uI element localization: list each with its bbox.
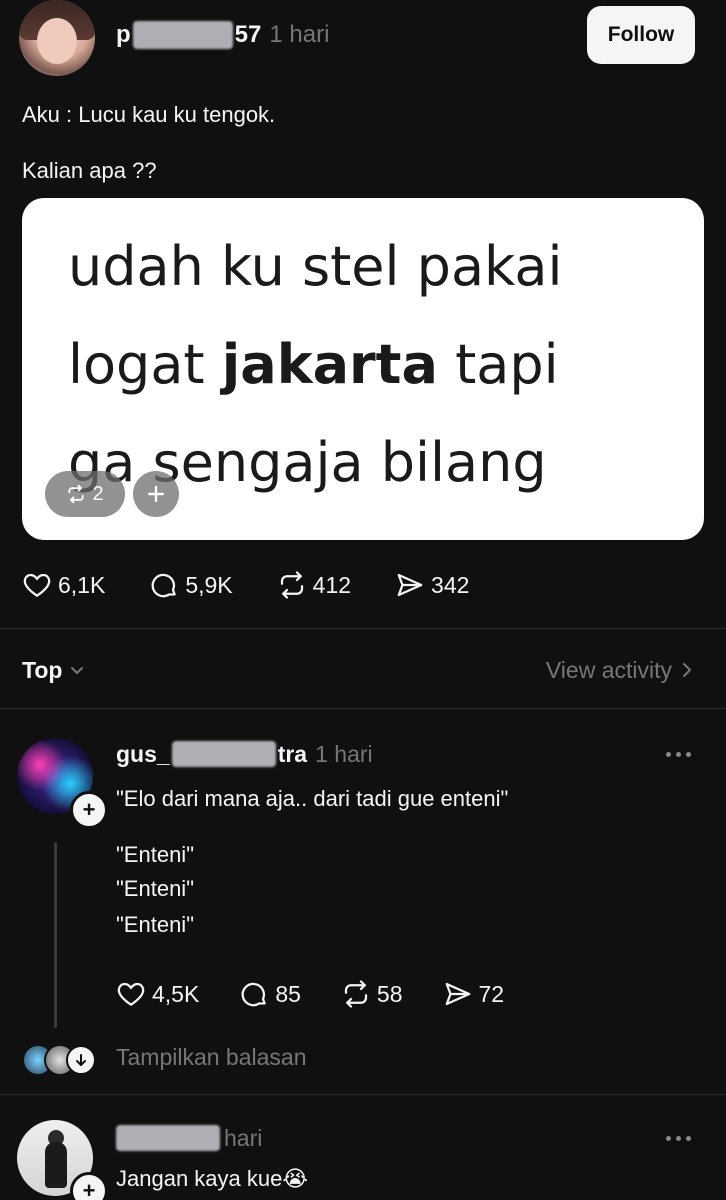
comment-action-bar: 4,5K 85 58 72 [116,976,504,1012]
image-repost-count: 2 [92,482,104,505]
post-author-name-start[interactable]: p [116,21,131,49]
share-icon [445,982,470,1006]
post-timestamp: 1 hari [269,21,330,48]
share-button[interactable]: 342 [395,570,469,600]
more-icon[interactable] [666,750,696,758]
divider [0,1094,726,1095]
censored-username-blur [171,741,276,767]
repost-button[interactable]: 412 [277,570,351,600]
sort-dropdown[interactable]: Top [22,657,86,684]
post-author-row: p 57 1 hari [116,18,329,52]
like-count: 6,1K [58,571,106,598]
follow-plus-badge[interactable]: + [70,1172,108,1200]
repost-button[interactable]: 58 [341,979,403,1009]
reply-count: 5,9K [185,571,233,598]
repost-icon [68,484,85,504]
share-button[interactable]: 72 [443,979,505,1009]
image-add-button[interactable] [133,471,179,517]
comment-timestamp: 1 hari [315,740,373,767]
comment-author-row: hari [116,1122,262,1154]
threads-post-page: p 57 1 hari Follow Aku : Lucu kau ku ten… [0,0,726,1200]
arrow-down-icon [66,1045,96,1075]
reply-sort-bar: Top View activity [22,650,694,690]
sort-label: Top [22,656,63,683]
like-button[interactable]: 6,1K [22,570,105,600]
divider [0,628,726,629]
view-activity-label: View activity [545,656,672,683]
comment-icon [241,982,267,1007]
comment-author-row: gus_ tra 1 hari [116,738,373,770]
repost-count: 58 [376,980,403,1007]
chevron-down-icon [71,667,84,674]
plus-icon [147,485,165,503]
comment-text-line: "Enteni" [116,876,194,901]
reply-count: 85 [275,980,301,1007]
more-icon[interactable] [666,1134,696,1142]
comment-timestamp: hari [224,1124,263,1151]
post-text-line-2: Kalian apa ?? [22,158,157,183]
share-icon [397,573,423,597]
post-text-line-1: Aku : Lucu kau ku tengok. [22,102,276,127]
comment-author-name-end[interactable]: tra [278,741,307,768]
post-image-caption: udah ku stel pakai logat jakarta tapi ga… [68,218,688,512]
like-button[interactable]: 4,5K [116,979,199,1009]
comment-text-line: "Enteni" [116,842,194,867]
share-count: 72 [478,980,505,1007]
like-count: 4,5K [152,980,200,1007]
caption-line-1: udah ku stel pakai [68,235,563,298]
post-author-avatar[interactable] [19,0,95,76]
comment-icon [151,573,177,598]
comment-text-line: "Enteni" [116,912,194,937]
repost-icon [344,980,368,1008]
reply-button[interactable]: 85 [239,979,301,1009]
comment-author-name-start[interactable]: gus_ [116,741,170,768]
post-author-name-end[interactable]: 57 [235,21,262,49]
repost-icon [280,571,303,599]
caption-line-2: logat jakarta tapi [68,333,559,396]
share-count: 342 [431,571,470,598]
view-activity-link[interactable]: View activity [546,657,694,684]
censored-username-blur [116,1125,220,1151]
thread-line [54,842,57,1028]
reply-avatars[interactable] [22,1042,96,1078]
heart-icon [117,982,145,1006]
divider [0,708,726,709]
comment-text-line: "Elo dari mana aja.. dari tadi gue enten… [116,786,509,811]
follow-button[interactable]: Follow [587,6,695,64]
comment-text-line: Jangan kaya kue😭 [116,1166,309,1191]
show-replies-link[interactable]: Tampilkan balasan [116,1044,307,1071]
image-repost-pill[interactable]: 2 [45,471,125,517]
follow-plus-badge[interactable]: + [70,791,108,829]
censored-username-blur [132,21,233,49]
heart-icon [23,573,51,597]
post-action-bar: 6,1K 5,9K 412 342 [22,567,469,603]
repost-count: 412 [312,571,352,598]
reply-button[interactable]: 5,9K [149,570,233,600]
chevron-right-icon [683,663,691,677]
